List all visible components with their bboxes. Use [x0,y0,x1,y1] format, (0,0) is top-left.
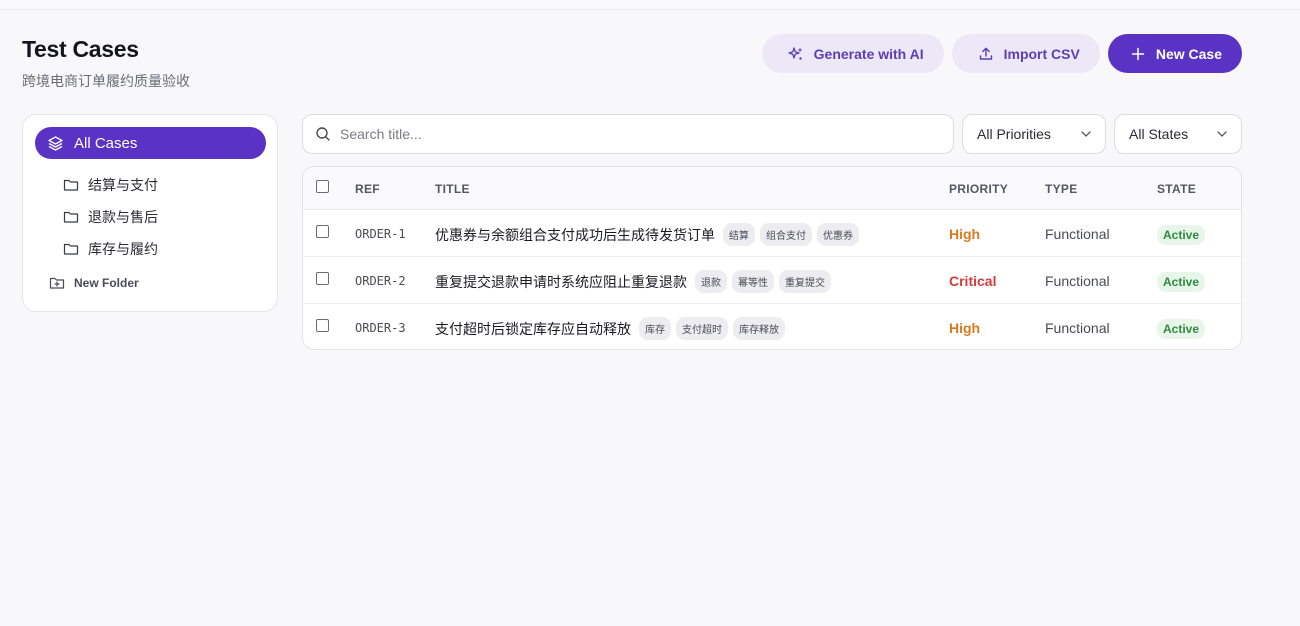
header-actions: Generate with AI Import CSV New Case [761,34,1242,73]
column-header-state[interactable]: STATE [1157,182,1196,196]
chevron-down-icon [1079,127,1093,141]
priority-filter-select[interactable]: All Priorities [962,114,1106,154]
folder-label: 退款与售后 [88,210,158,226]
folder-icon [63,177,79,193]
import-csv-button[interactable]: Import CSV [951,34,1100,73]
priority-label: High [949,226,981,242]
case-ref: ORDER-3 [355,321,406,335]
state-filter-select[interactable]: All States [1114,114,1242,154]
case-title-cell: 优惠券与余额组合支付成功后生成待发货订单 结算 组合支付 优惠券 [435,223,864,246]
case-title-cell: 支付超时后锁定库存应自动释放 库存 支付超时 库存释放 [435,317,790,340]
new-case-label: New Case [1155,45,1222,62]
folder-plus-icon [49,275,65,291]
column-header-type[interactable]: TYPE [1045,182,1078,196]
case-title[interactable]: 优惠券与余额组合支付成功后生成待发货订单 [435,225,715,245]
status-badge: Active [1157,319,1206,339]
page-header: Test Cases 跨境电商订单履约质量验收 [22,36,190,91]
folder-sidebar: All Cases 结算与支付 退款与售后 库存与履约 New Folder [22,114,278,312]
table-header: REF TITLE PRIORITY TYPE STATE [303,167,1241,210]
case-tag: 幂等性 [732,270,774,293]
case-tag: 组合支付 [760,223,812,246]
import-csv-label: Import CSV [1003,45,1080,62]
layers-icon [47,135,64,152]
type-label: Functional [1045,320,1110,336]
column-header-ref[interactable]: REF [355,182,380,196]
sidebar-folder-item[interactable]: 库存与履约 [63,239,158,259]
page-title: Test Cases [22,36,139,62]
table-row[interactable]: ORDER-3 支付超时后锁定库存应自动释放 库存 支付超时 库存释放 High… [303,304,1241,349]
all-cases-label: All Cases [74,134,138,152]
case-title[interactable]: 重复提交退款申请时系统应阻止重复退款 [435,272,687,292]
row-checkbox[interactable] [316,272,329,285]
sidebar-item-all-cases[interactable]: All Cases [35,127,266,159]
folder-icon [63,241,79,257]
search-input[interactable] [340,126,920,142]
case-tag: 重复提交 [779,270,831,293]
table-row[interactable]: ORDER-2 重复提交退款申请时系统应阻止重复退款 退款 幂等性 重复提交 C… [303,257,1241,304]
case-tag: 支付超时 [676,317,728,340]
priority-label: High [949,320,981,336]
case-title-cell: 重复提交退款申请时系统应阻止重复退款 退款 幂等性 重复提交 [435,270,836,293]
select-all-checkbox[interactable] [316,180,329,193]
case-tag: 结算 [723,223,755,246]
case-tag: 优惠券 [817,223,859,246]
type-label: Functional [1045,226,1110,242]
case-ref: ORDER-1 [355,227,406,241]
sidebar-folder-item[interactable]: 结算与支付 [63,175,158,195]
case-tag: 退款 [695,270,727,293]
chevron-down-icon [1215,127,1229,141]
column-header-title[interactable]: TITLE [435,182,470,196]
folder-label: 结算与支付 [88,178,158,194]
folder-icon [63,209,79,225]
status-badge: Active [1157,225,1206,245]
status-badge: Active [1157,272,1206,292]
page-subtitle: 跨境电商订单履约质量验收 [22,74,190,90]
column-header-priority[interactable]: PRIORITY [949,182,1008,196]
case-tag: 库存 [639,317,671,340]
new-folder-button[interactable]: New Folder [49,275,139,291]
priority-filter-value: All Priorities [977,126,1051,142]
sparkles-icon [788,46,804,62]
generate-with-ai-button[interactable]: Generate with AI [761,34,944,73]
row-checkbox[interactable] [316,319,329,332]
new-folder-label: New Folder [74,276,139,290]
test-cases-table: REF TITLE PRIORITY TYPE STATE ORDER-1 优惠… [302,166,1242,350]
upload-icon [978,46,994,62]
row-checkbox[interactable] [316,225,329,238]
search-box [302,114,954,154]
new-case-button[interactable]: New Case [1107,34,1242,73]
plus-icon [1130,46,1146,62]
top-bar [0,0,1300,10]
state-filter-value: All States [1129,126,1189,142]
generate-with-ai-label: Generate with AI [813,45,924,62]
case-ref: ORDER-2 [355,274,406,288]
folder-label: 库存与履约 [88,242,158,258]
sidebar-folder-item[interactable]: 退款与售后 [63,207,158,227]
case-tag: 库存释放 [733,317,785,340]
case-title[interactable]: 支付超时后锁定库存应自动释放 [435,319,631,339]
type-label: Functional [1045,273,1110,289]
priority-label: Critical [949,273,997,289]
search-icon [315,126,331,142]
table-row[interactable]: ORDER-1 优惠券与余额组合支付成功后生成待发货订单 结算 组合支付 优惠券… [303,210,1241,257]
